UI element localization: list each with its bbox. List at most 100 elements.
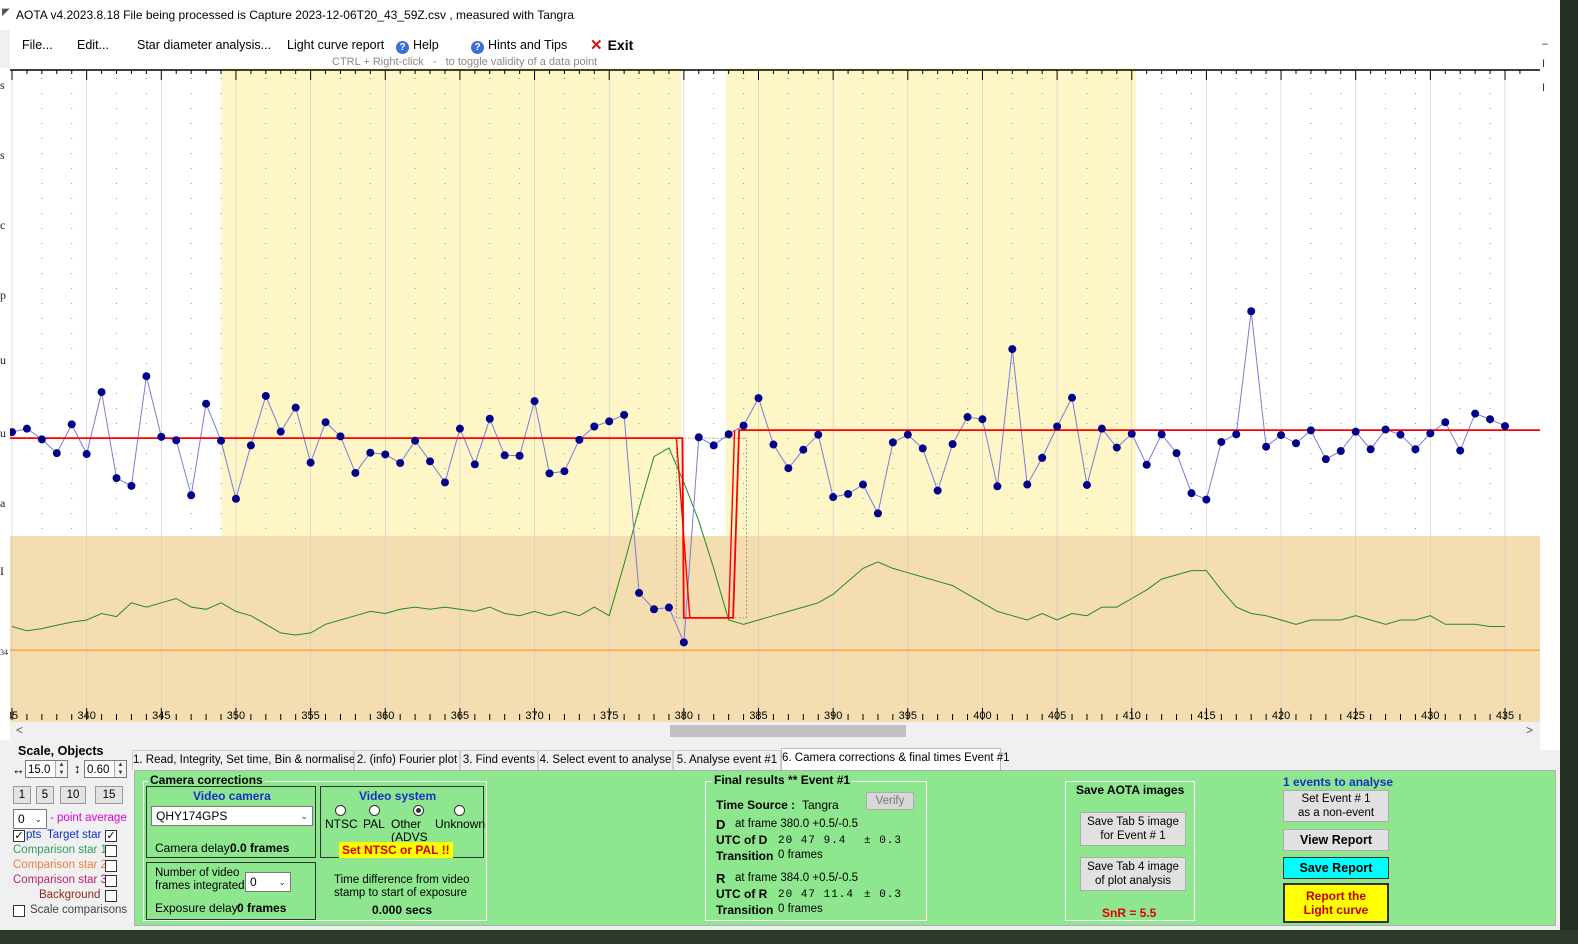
save-report-button[interactable]: Save Report: [1283, 857, 1389, 879]
scroll-thumb[interactable]: [670, 725, 906, 737]
target-data-point: [1232, 430, 1241, 439]
target-data-point: [67, 420, 76, 429]
tab-camera-corrections[interactable]: 6. Camera corrections & final times Even…: [781, 748, 1010, 770]
left-glyph: u: [0, 426, 6, 440]
scale-objects-title: Scale, Objects: [18, 744, 104, 758]
target-star-checkbox[interactable]: ✓: [105, 830, 117, 842]
x-tick-label: 370: [525, 710, 543, 722]
x-tick-label: 405: [1048, 710, 1066, 722]
target-data-point: [97, 388, 106, 397]
right-glyph: –: [1542, 38, 1549, 50]
scale-button-1[interactable]: 1: [13, 786, 31, 804]
window-title: AOTA v4.2023.8.18 File being processed i…: [16, 8, 574, 22]
desktop-background-bottom: [0, 930, 1578, 944]
x-tick-label: 340: [77, 710, 95, 722]
set-ntsc-pal-warning: Set NTSC or PAL !!: [339, 842, 453, 858]
target-data-point: [859, 480, 868, 489]
horizontal-scale-spinner[interactable]: 15.0 ▲ ▼: [25, 760, 68, 778]
scale-button-5[interactable]: 5: [36, 786, 54, 804]
tab-select-event[interactable]: 4. Select event to analyse: [538, 750, 673, 770]
target-data-point: [1366, 445, 1375, 454]
save-tab5-image-button[interactable]: Save Tab 5 image for Event # 1: [1080, 812, 1186, 846]
verify-button[interactable]: Verify: [866, 792, 914, 810]
target-data-point: [560, 467, 569, 476]
target-data-point: [217, 436, 226, 445]
point-average-select[interactable]: 0 ⌄: [13, 809, 47, 829]
point-average-value: 0: [18, 812, 25, 826]
scale-comparisons-label: Scale comparisons: [30, 904, 128, 916]
comparison-star-2-checkbox[interactable]: [105, 860, 117, 872]
target-data-point: [1277, 431, 1286, 440]
target-data-point: [246, 441, 255, 450]
scale-button-10[interactable]: 10: [60, 786, 86, 804]
time-difference-label-2: stamp to start of exposure: [334, 887, 467, 899]
set-non-event-button[interactable]: Set Event # 1 as a non-event: [1283, 790, 1389, 822]
light-curve-plot[interactable]: 35 340 345 350 355 360 365 370 375 380 385 390 395 40…: [10, 68, 1540, 722]
x-tick-label: 365: [451, 710, 469, 722]
menu-help[interactable]: ? Help: [396, 38, 439, 54]
x-tick-label: 400: [973, 710, 991, 722]
pal-radio[interactable]: [369, 805, 380, 816]
time-source-value: Tangra: [802, 798, 839, 812]
d-label: D: [716, 817, 726, 832]
target-data-point: [470, 460, 479, 469]
plot-horizontal-scrollbar[interactable]: < >: [10, 722, 1540, 740]
menu-exit[interactable]: ✕ Exit: [590, 36, 633, 54]
x-tick-label: 425: [1347, 710, 1365, 722]
menu-edit[interactable]: Edit...: [77, 38, 109, 52]
pal-label: PAL: [363, 817, 385, 831]
scroll-right-icon[interactable]: >: [1526, 723, 1533, 737]
background-label: Background: [39, 889, 101, 901]
target-data-point: [142, 372, 151, 381]
tab-read-integrity[interactable]: 1. Read, Integrity, Set time, Bin & norm…: [132, 750, 355, 770]
exposure-delay-value: 0 frames: [237, 901, 287, 915]
frames-integrated-select[interactable]: 0 ⌄: [245, 872, 291, 892]
exposure-delay-label: Exposure delay:: [155, 901, 242, 915]
menu-bar: File... Edit... Star diameter analysis..…: [10, 30, 1560, 68]
target-data-point: [933, 486, 942, 495]
unknown-radio[interactable]: [454, 805, 465, 816]
background-checkbox[interactable]: [105, 890, 117, 902]
menu-star-diameter[interactable]: Star diameter analysis...: [137, 38, 271, 52]
comparison-star-1-checkbox[interactable]: [105, 845, 117, 857]
target-data-point: [485, 414, 494, 423]
view-report-button[interactable]: View Report: [1283, 829, 1389, 851]
target-data-point: [276, 427, 285, 436]
other-radio[interactable]: [413, 805, 424, 816]
target-data-point: [172, 436, 181, 445]
left-glyph: s: [0, 148, 5, 162]
scale-comparisons-checkbox[interactable]: [13, 905, 25, 917]
target-data-point: [575, 435, 584, 444]
frames-integrated-value: 0: [250, 875, 257, 889]
target-data-point: [590, 422, 599, 431]
target-data-point: [1486, 415, 1495, 424]
spinner-arrows-icon[interactable]: ▲ ▼: [55, 761, 67, 777]
tab-find-events[interactable]: 3. Find events: [460, 750, 538, 770]
horizontal-scale-value: 15.0: [28, 764, 51, 776]
tab-analyse-event[interactable]: 5. Analyse event #1: [673, 750, 781, 770]
target-data-point: [978, 415, 987, 424]
spinner-arrows-icon[interactable]: ▲ ▼: [114, 761, 126, 777]
camera-model-select[interactable]: QHY174GPS ⌄: [151, 806, 313, 826]
vertical-scale-spinner[interactable]: 0.60 ▲ ▼: [84, 760, 127, 778]
ntsc-radio[interactable]: [335, 805, 346, 816]
other-label: Other: [391, 817, 422, 831]
target-data-point: [1008, 345, 1017, 354]
pts-checkbox[interactable]: ✓: [13, 830, 25, 842]
target-data-point: [694, 433, 703, 442]
menu-light-curve-report[interactable]: Light curve report: [287, 38, 384, 52]
comparison-star-3-checkbox[interactable]: [105, 875, 117, 887]
menu-exit-label: Exit: [607, 37, 634, 53]
menu-file[interactable]: File...: [22, 38, 53, 52]
report-light-curve-button[interactable]: Report the Light curve: [1283, 883, 1389, 923]
target-data-point: [500, 451, 509, 460]
target-data-point: [1187, 489, 1196, 498]
save-tab4-image-button[interactable]: Save Tab 4 image of plot analysis: [1080, 857, 1186, 891]
target-data-point: [739, 421, 748, 430]
tab-fourier-plot[interactable]: 2. (info) Fourier plot: [354, 750, 460, 770]
scroll-left-icon[interactable]: <: [16, 723, 23, 737]
target-data-point: [1142, 460, 1151, 469]
menu-hints[interactable]: ? Hints and Tips: [471, 38, 567, 54]
target-data-point: [381, 450, 390, 459]
scale-button-15[interactable]: 15: [95, 786, 123, 804]
